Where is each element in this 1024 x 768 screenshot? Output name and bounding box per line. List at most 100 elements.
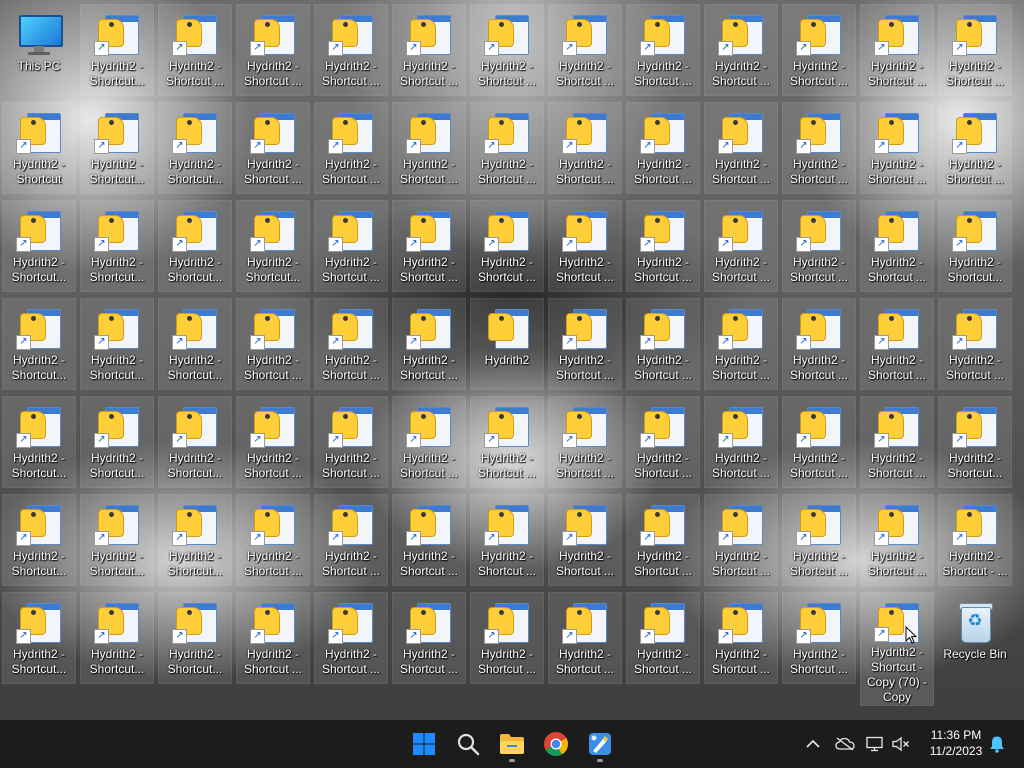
shortcut-item[interactable]: ↗ Hydrith2 - Shortcut ... [626,298,700,390]
shortcut-item[interactable]: ↗ Hydrith2 - Shortcut ... [470,494,544,586]
shortcut-item[interactable]: ↗ Hydrith2 - Shortcut ... [470,200,544,292]
taskbar-clock[interactable]: 11:36 PM 11/2/2023 [920,727,992,759]
shortcut-item[interactable]: ↗ Hydrith2 - Shortcut ... [314,396,388,488]
shortcut-item[interactable]: ↗ Hydrith2 - Shortcut ... [860,102,934,194]
shortcut-item[interactable]: ↗ Hydrith2 - Shortcut ... [158,4,232,96]
shortcut-item[interactable]: ↗ Hydrith2 - Shortcut... [2,592,76,684]
shortcut-item[interactable]: ↗ Hydrith2 - Shortcut ... [314,298,388,390]
shortcut-item[interactable]: ↗ Hydrith2 - Shortcut ... [548,298,622,390]
shortcut-item[interactable]: ↗ Hydrith2 - Shortcut ... [860,396,934,488]
onedrive-tray-button[interactable] [834,732,856,756]
shortcut-item[interactable]: ↗ Hydrith2 - Shortcut ... [704,592,778,684]
shortcut-item[interactable]: ↗ Hydrith2 - Shortcut ... [704,494,778,586]
shortcut-item[interactable]: ↗ Hydrith2 - Shortcut ... [704,102,778,194]
shortcut-item[interactable]: ↗ Hydrith2 - Shortcut ... [548,102,622,194]
shortcut-item[interactable]: ↗ Hydrith2 - Shortcut ... [938,102,1012,194]
shortcut-item[interactable]: ↗ Hydrith2 - Shortcut ... [626,200,700,292]
shortcut-item[interactable]: ↗ Hydrith2 - Shortcut ... [236,298,310,390]
shortcut-item[interactable]: ↗ Hydrith2 - Shortcut ... [782,200,856,292]
shortcut-item[interactable]: ↗ Hydrith2 - Shortcut... [158,592,232,684]
shortcut-item[interactable]: ↗ Hydrith2 - Shortcut ... [548,4,622,96]
shortcut-item[interactable]: ↗ Hydrith2 - Shortcut ... [392,102,466,194]
shortcut-copy-item[interactable]: ↗ Hydrith2 - Shortcut - Copy (70) - Copy [860,592,934,706]
shortcut-item[interactable]: ↗ Hydrith2 - Shortcut ... [782,102,856,194]
shortcut-item[interactable]: ↗ Hydrith2 - Shortcut ... [860,4,934,96]
shortcut-item[interactable]: ↗ Hydrith2 - Shortcut ... [236,494,310,586]
shortcut-item[interactable]: ↗ Hydrith2 - Shortcut ... [470,592,544,684]
shortcut-item[interactable]: ↗ Hydrith2 - Shortcut - ... [938,494,1012,586]
shortcut-item[interactable]: ↗ Hydrith2 - Shortcut ... [314,4,388,96]
shortcut-item[interactable]: ↗ Hydrith2 - Shortcut ... [626,592,700,684]
paint-button[interactable] [580,724,620,764]
shortcut-item[interactable]: ↗ Hydrith2 - Shortcut ... [314,494,388,586]
shortcut-item[interactable]: ↗ Hydrith2 - Shortcut ... [782,396,856,488]
shortcut-item[interactable]: ↗ Hydrith2 - Shortcut ... [236,102,310,194]
shortcut-item[interactable]: ↗ Hydrith2 - Shortcut... [938,396,1012,488]
shortcut-item[interactable]: ↗ Hydrith2 - Shortcut... [158,494,232,586]
shortcut-item[interactable]: ↗ Hydrith2 - Shortcut... [80,200,154,292]
shortcut-item[interactable]: ↗ Hydrith2 - Shortcut... [80,494,154,586]
shortcut-item[interactable]: ↗ Hydrith2 - Shortcut... [2,396,76,488]
shortcut-item[interactable]: ↗ Hydrith2 - Shortcut ... [938,298,1012,390]
shortcut-item[interactable]: ↗ Hydrith2 - Shortcut ... [860,298,934,390]
shortcut-item[interactable]: ↗ Hydrith2 - Shortcut ... [392,396,466,488]
shortcut-item[interactable]: ↗ Hydrith2 - Shortcut... [158,396,232,488]
shortcut-item[interactable]: ↗ Hydrith2 - Shortcut ... [548,396,622,488]
show-hidden-icons-button[interactable] [802,732,824,756]
shortcut-item[interactable]: ↗ Hydrith2 - Shortcut ... [548,200,622,292]
shortcut-item[interactable]: ↗ Hydrith2 - Shortcut ... [938,4,1012,96]
volume-tray-button[interactable] [890,732,912,756]
notification-button[interactable] [986,732,1008,756]
shortcut-item[interactable]: ↗ Hydrith2 - Shortcut... [80,592,154,684]
shortcut-item[interactable]: ↗ Hydrith2 - Shortcut ... [626,102,700,194]
shortcut-item[interactable]: ↗ Hydrith2 - Shortcut ... [782,494,856,586]
shortcut-item[interactable]: ↗ Hydrith2 - Shortcut ... [392,592,466,684]
shortcut-item[interactable]: ↗ Hydrith2 - Shortcut... [2,298,76,390]
shortcut-item[interactable]: ↗ Hydrith2 - Shortcut ... [782,4,856,96]
shortcut-item[interactable]: ↗ Hydrith2 - Shortcut ... [392,4,466,96]
shortcut-item[interactable]: ↗ Hydrith2 - Shortcut... [158,200,232,292]
shortcut-item[interactable]: ↗ Hydrith2 - Shortcut... [158,298,232,390]
shortcut-item[interactable]: ↗ Hydrith2 - Shortcut... [80,298,154,390]
shortcut-item[interactable]: ↗ Hydrith2 - Shortcut ... [314,592,388,684]
shortcut-item[interactable]: ↗ Hydrith2 - Shortcut ... [314,200,388,292]
shortcut-item[interactable]: ↗ Hydrith2 - Shortcut [2,102,76,194]
shortcut-item[interactable]: ↗ Hydrith2 - Shortcut ... [626,494,700,586]
shortcut-item[interactable]: ↗ Hydrith2 - Shortcut ... [626,396,700,488]
shortcut-item[interactable]: ↗ Hydrith2 - Shortcut ... [782,298,856,390]
shortcut-item[interactable]: ↗ Hydrith2 - Shortcut ... [392,494,466,586]
shortcut-item[interactable]: ↗ Hydrith2 - Shortcut ... [704,200,778,292]
shortcut-item[interactable]: ↗ Hydrith2 - Shortcut ... [782,592,856,684]
shortcut-item[interactable]: ↗ Hydrith2 - Shortcut ... [626,4,700,96]
network-tray-button[interactable] [864,732,886,756]
shortcut-item[interactable]: ↗ Hydrith2 - Shortcut ... [704,396,778,488]
chrome-button[interactable] [536,724,576,764]
shortcut-item[interactable]: ↗ Hydrith2 - Shortcut... [2,494,76,586]
shortcut-item[interactable]: ↗ Hydrith2 - Shortcut ... [860,200,934,292]
shortcut-item[interactable]: ↗ Hydrith2 - Shortcut ... [236,4,310,96]
shortcut-item[interactable]: ↗ Hydrith2 - Shortcut... [236,200,310,292]
shortcut-item[interactable]: ↗ Hydrith2 - Shortcut... [80,4,154,96]
shortcut-item[interactable]: ↗ Hydrith2 - Shortcut ... [470,102,544,194]
shortcut-item[interactable]: ↗ Hydrith2 - Shortcut ... [236,592,310,684]
shortcut-item[interactable]: ↗ Hydrith2 - Shortcut... [80,396,154,488]
file-explorer-button[interactable] [492,724,532,764]
shortcut-item[interactable]: ↗ Hydrith2 - Shortcut... [158,102,232,194]
shortcut-item[interactable]: ↗ Hydrith2 - Shortcut ... [314,102,388,194]
shortcut-item[interactable]: ↗ Hydrith2 - Shortcut... [80,102,154,194]
shortcut-item[interactable]: ↗ Hydrith2 - Shortcut ... [548,592,622,684]
shortcut-item[interactable]: ↗ Hydrith2 - Shortcut ... [470,4,544,96]
shortcut-item[interactable]: ↗ Hydrith2 - Shortcut... [938,200,1012,292]
start-button[interactable] [404,724,444,764]
hydrith2-app-item[interactable]: Hydrith2 [470,298,544,390]
recycle-bin-item[interactable]: ♻ Recycle Bin [938,592,1012,684]
shortcut-item[interactable]: ↗ Hydrith2 - Shortcut ... [704,298,778,390]
shortcut-item[interactable]: ↗ Hydrith2 - Shortcut... [2,200,76,292]
shortcut-item[interactable]: ↗ Hydrith2 - Shortcut ... [860,494,934,586]
shortcut-item[interactable]: ↗ Hydrith2 - Shortcut ... [470,396,544,488]
this-pc-icon-item[interactable]: This PC [2,4,76,96]
shortcut-item[interactable]: ↗ Hydrith2 - Shortcut ... [704,4,778,96]
shortcut-item[interactable]: ↗ Hydrith2 - Shortcut ... [392,298,466,390]
shortcut-item[interactable]: ↗ Hydrith2 - Shortcut ... [392,200,466,292]
search-button[interactable] [448,724,488,764]
